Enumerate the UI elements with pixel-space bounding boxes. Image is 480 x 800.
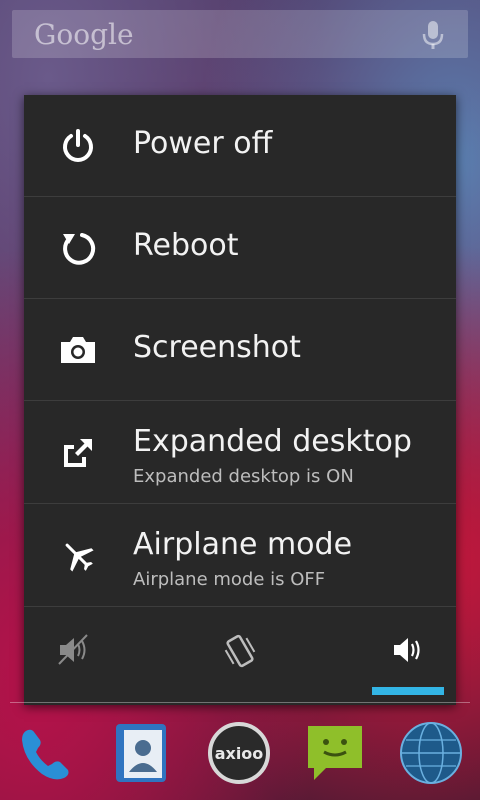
screenshot-label: Screenshot xyxy=(133,330,301,365)
messaging-icon[interactable] xyxy=(302,720,368,786)
airplane-icon xyxy=(58,538,98,574)
power-off-label: Power off xyxy=(133,126,273,161)
silent-icon xyxy=(58,634,88,665)
silent-mode-button[interactable] xyxy=(34,633,114,683)
power-icon xyxy=(58,128,98,164)
camera-icon xyxy=(58,332,98,368)
phone-icon[interactable] xyxy=(14,720,80,786)
mic-icon[interactable] xyxy=(420,20,446,50)
expanded-desktop-label: Expanded desktop xyxy=(133,424,412,459)
contacts-icon[interactable] xyxy=(108,720,174,786)
airplane-mode-item[interactable]: Airplane mode Airplane mode is OFF xyxy=(24,505,456,607)
axioo-app-icon[interactable]: axioo xyxy=(206,720,272,786)
expanded-desktop-item[interactable]: Expanded desktop Expanded desktop is ON xyxy=(24,402,456,504)
power-menu-dialog: Power off Reboot Screenshot Expanded des… xyxy=(24,95,456,705)
axioo-logo-text: axioo xyxy=(215,744,264,763)
reboot-label: Reboot xyxy=(133,228,239,263)
home-dock: axioo xyxy=(0,700,480,800)
vibrate-icon xyxy=(224,634,256,668)
expanded-desktop-status: Expanded desktop is ON xyxy=(133,466,354,487)
vibrate-mode-button[interactable] xyxy=(200,633,280,683)
selected-mode-indicator xyxy=(372,687,444,695)
reboot-item[interactable]: Reboot xyxy=(24,197,456,299)
google-search-bar[interactable]: Google xyxy=(12,10,468,58)
dock-divider xyxy=(10,702,470,703)
sound-on-mode-button[interactable] xyxy=(368,633,448,683)
airplane-mode-status: Airplane mode is OFF xyxy=(133,569,326,590)
google-logo: Google xyxy=(34,18,134,51)
reboot-icon xyxy=(58,230,98,266)
browser-globe-icon[interactable] xyxy=(398,720,464,786)
expand-icon xyxy=(58,435,98,471)
power-off-item[interactable]: Power off xyxy=(24,95,456,197)
sound-on-icon xyxy=(394,638,420,662)
screenshot-item[interactable]: Screenshot xyxy=(24,299,456,401)
sound-mode-row xyxy=(24,608,456,705)
airplane-mode-label: Airplane mode xyxy=(133,527,353,562)
